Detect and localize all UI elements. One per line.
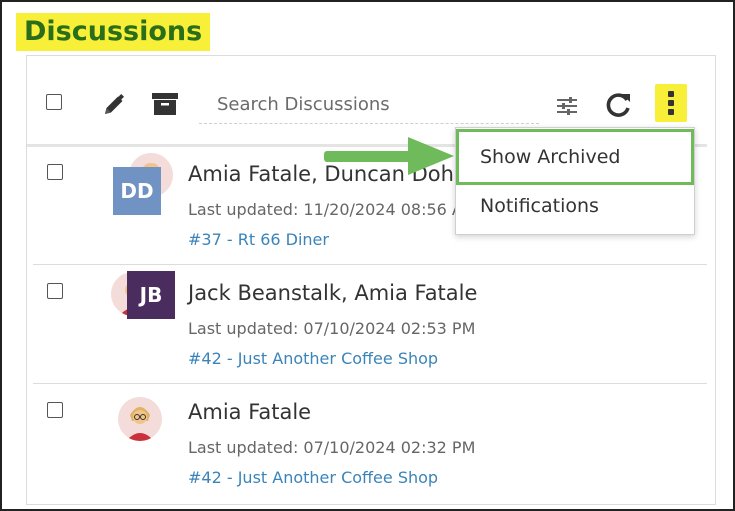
discussions-panel: DD Amia Fatale, Duncan Doh Last updated:… bbox=[26, 55, 716, 505]
discussion-participants: Amia Fatale bbox=[188, 400, 312, 424]
pencil-icon[interactable] bbox=[101, 92, 127, 118]
avatar-initials: JB bbox=[127, 271, 175, 319]
row-checkbox[interactable] bbox=[47, 283, 63, 299]
discussion-topic-link[interactable]: #37 - Rt 66 Diner bbox=[188, 230, 329, 249]
discussion-row[interactable]: JB Jack Beanstalk, Amia Fatale Last upda… bbox=[27, 265, 707, 383]
more-dot bbox=[668, 109, 674, 115]
row-checkbox[interactable] bbox=[47, 164, 63, 180]
page-title: Discussions bbox=[16, 13, 211, 51]
menu-item-notifications[interactable]: Notifications bbox=[456, 186, 694, 226]
more-options-button[interactable] bbox=[655, 84, 687, 122]
sliders-icon[interactable] bbox=[556, 96, 578, 116]
select-all-checkbox[interactable] bbox=[46, 94, 62, 110]
discussion-updated: Last updated: 07/10/2024 02:32 PM bbox=[188, 438, 476, 457]
more-options-menu: Show Archived Notifications bbox=[455, 127, 695, 235]
discussion-updated: Last updated: 07/10/2024 02:53 PM bbox=[188, 319, 476, 338]
more-vertical-icon bbox=[668, 91, 674, 97]
more-dot bbox=[668, 100, 674, 106]
search-input[interactable] bbox=[199, 86, 539, 124]
discussion-updated: Last updated: 11/20/2024 08:56 AM bbox=[188, 200, 477, 219]
discussion-participants: Jack Beanstalk, Amia Fatale bbox=[188, 281, 478, 305]
avatar-initials: DD bbox=[113, 167, 161, 215]
discussion-row[interactable]: Amia Fatale Last updated: 07/10/2024 02:… bbox=[27, 384, 707, 502]
pointer-arrow-icon bbox=[324, 137, 454, 175]
discussion-topic-link[interactable]: #42 - Just Another Coffee Shop bbox=[188, 349, 438, 368]
refresh-icon[interactable] bbox=[605, 91, 633, 119]
discussion-topic-link[interactable]: #42 - Just Another Coffee Shop bbox=[188, 468, 438, 487]
menu-item-show-archived[interactable]: Show Archived bbox=[456, 129, 694, 185]
avatar bbox=[118, 397, 162, 441]
archive-box-icon[interactable] bbox=[151, 91, 179, 117]
row-checkbox[interactable] bbox=[47, 402, 63, 418]
